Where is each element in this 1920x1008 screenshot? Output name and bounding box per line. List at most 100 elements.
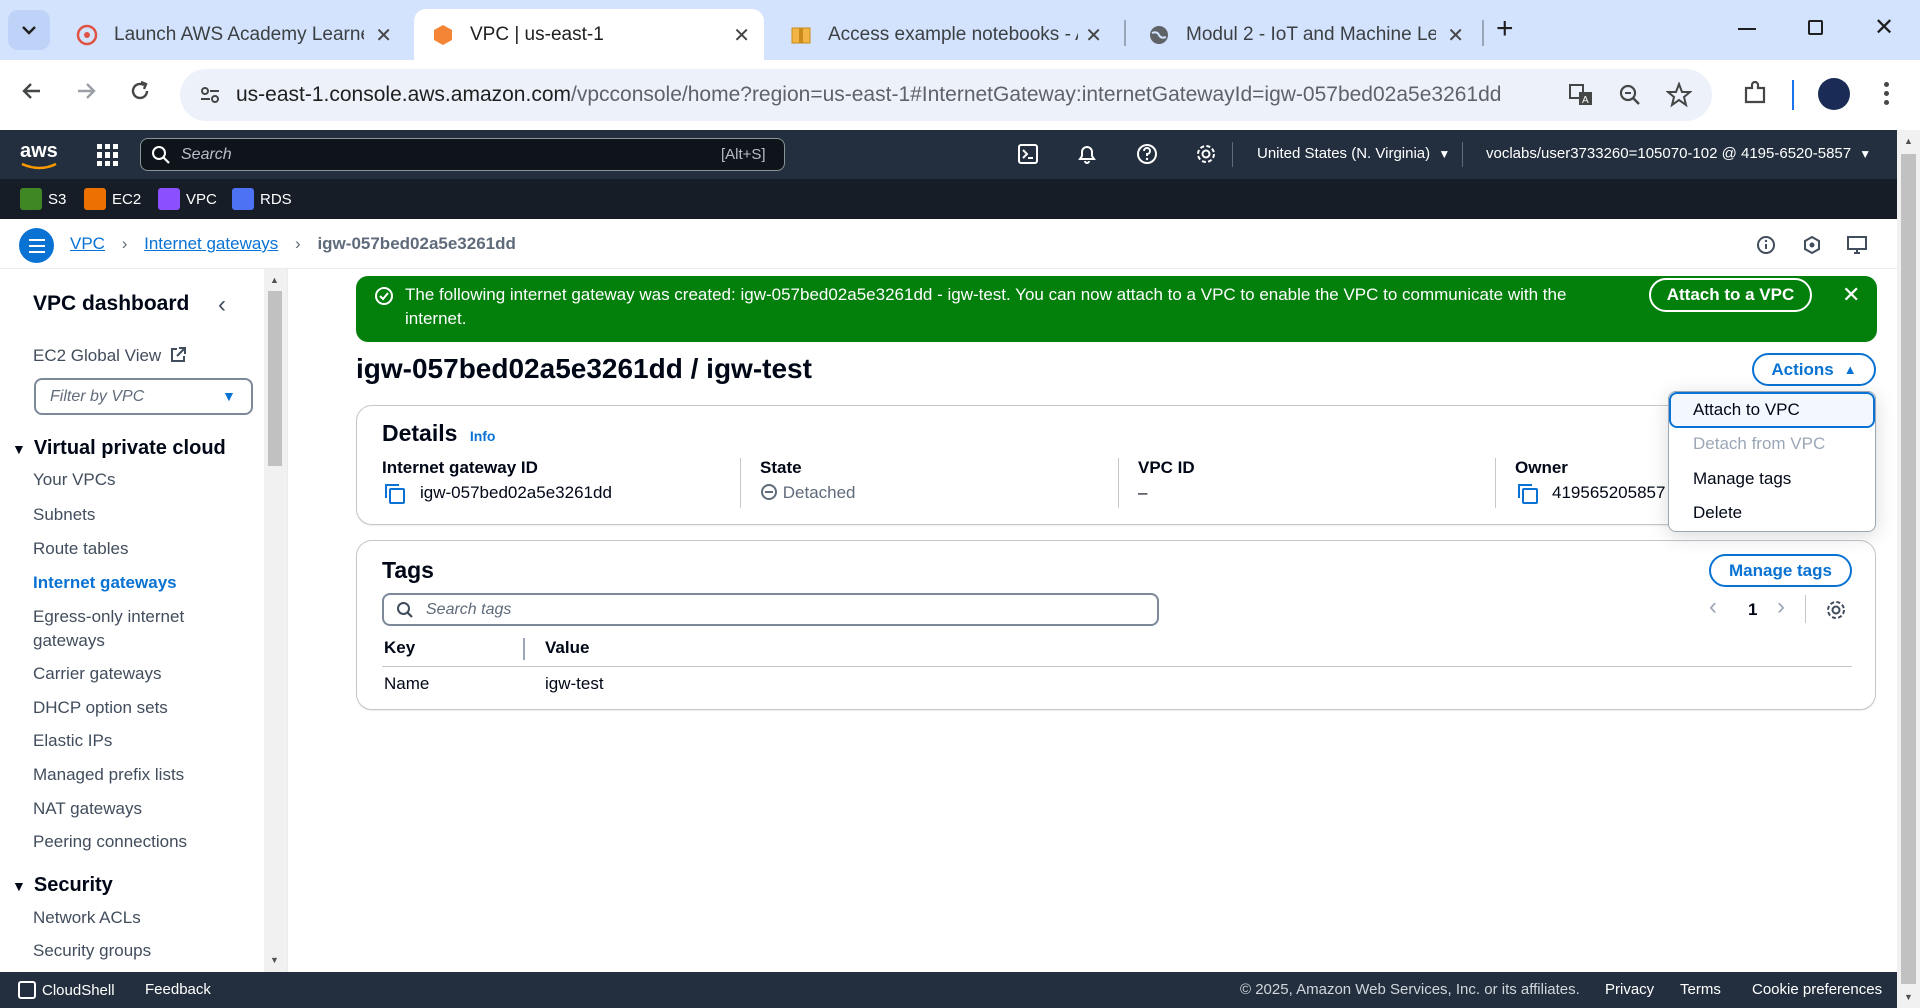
tab-example-notebooks[interactable]: Access example notebooks - Am ✕ bbox=[772, 9, 1116, 60]
sidebar-item-peering-connections[interactable]: Peering connections bbox=[33, 832, 187, 852]
close-icon[interactable]: ✕ bbox=[1085, 23, 1102, 48]
scrollbar-thumb[interactable] bbox=[1901, 154, 1916, 984]
tab-aws-academy[interactable]: Launch AWS Academy Learner La ✕ bbox=[58, 9, 406, 60]
tab-vpc-us-east-1[interactable]: VPC | us-east-1 ✕ bbox=[414, 9, 764, 60]
translate-icon[interactable]: A bbox=[1568, 82, 1594, 113]
sidebar-item-internet-gateways[interactable]: Internet gateways bbox=[33, 573, 177, 593]
favorite-s3[interactable]: S3 bbox=[20, 187, 66, 211]
menu-item-manage-tags[interactable]: Manage tags bbox=[1693, 469, 1791, 489]
site-info-icon[interactable] bbox=[198, 83, 222, 112]
services-grid-icon[interactable] bbox=[97, 144, 119, 166]
attach-to-vpc-flash-button[interactable]: Attach to a VPC bbox=[1649, 278, 1812, 312]
sidebar-item-route-tables[interactable]: Route tables bbox=[33, 539, 128, 559]
new-tab-icon[interactable]: + bbox=[1496, 12, 1514, 46]
close-icon[interactable]: ✕ bbox=[733, 23, 750, 48]
vpc-id-label: VPC ID bbox=[1138, 458, 1195, 477]
scrollbar-thumb[interactable] bbox=[268, 291, 282, 466]
manage-tags-button[interactable]: Manage tags bbox=[1709, 554, 1852, 587]
feedback-link[interactable]: Feedback bbox=[145, 981, 211, 998]
bookmark-star-icon[interactable] bbox=[1665, 81, 1693, 113]
breadcrumb-vpc[interactable]: VPC bbox=[70, 234, 105, 253]
terms-link[interactable]: Terms bbox=[1680, 981, 1721, 998]
table-preferences-gear-icon[interactable] bbox=[1825, 599, 1847, 621]
scroll-down-arrow-icon[interactable]: ▼ bbox=[1904, 992, 1913, 1002]
sidebar-scrollbar[interactable]: ▲ ▼ bbox=[264, 269, 287, 972]
favorite-label: EC2 bbox=[112, 190, 142, 208]
scroll-up-arrow-icon[interactable]: ▲ bbox=[1904, 136, 1913, 146]
profile-avatar[interactable] bbox=[1818, 78, 1850, 110]
section-security[interactable]: ▼ Security bbox=[12, 874, 113, 897]
page-number[interactable]: 1 bbox=[1748, 600, 1757, 620]
menu-item-attach-to-vpc[interactable]: Attach to VPC bbox=[1669, 392, 1875, 428]
column-header-key[interactable]: Key bbox=[384, 638, 415, 658]
dismiss-close-icon[interactable]: ✕ bbox=[1842, 282, 1860, 308]
next-page-icon[interactable]: › bbox=[1777, 593, 1785, 621]
tab-modul-2[interactable]: Modul 2 - IoT and Machine Lea ✕ bbox=[1130, 9, 1478, 60]
sidebar-item-ec2-global-view[interactable]: EC2 Global View bbox=[33, 346, 186, 366]
reload-icon[interactable] bbox=[128, 79, 152, 110]
previous-page-icon[interactable]: ‹ bbox=[1709, 593, 1717, 621]
sidebar-item-managed-prefix-lists[interactable]: Managed prefix lists bbox=[33, 765, 184, 785]
sidebar-item-carrier-gateways[interactable]: Carrier gateways bbox=[33, 664, 162, 684]
page-scrollbar[interactable]: ▲ ▼ bbox=[1897, 130, 1920, 1008]
zoom-icon[interactable] bbox=[1618, 83, 1642, 112]
help-icon[interactable] bbox=[1136, 143, 1158, 170]
tab-search-button[interactable] bbox=[8, 10, 50, 50]
copy-icon[interactable] bbox=[1518, 484, 1538, 504]
state-badge: Detached bbox=[760, 483, 856, 503]
menu-item-delete[interactable]: Delete bbox=[1693, 503, 1742, 523]
search-tags-input[interactable]: Search tags bbox=[382, 593, 1159, 626]
sidebar-item-egress-only[interactable]: Egress-only internet bbox=[33, 607, 184, 627]
back-icon[interactable] bbox=[20, 79, 44, 110]
sidebar-item-your-vpcs[interactable]: Your VPCs bbox=[33, 470, 116, 490]
browser-menu-icon[interactable] bbox=[1884, 82, 1889, 105]
close-icon[interactable]: ✕ bbox=[375, 23, 392, 48]
scroll-down-arrow-icon[interactable]: ▼ bbox=[270, 955, 279, 965]
favorite-vpc[interactable]: VPC bbox=[158, 187, 217, 211]
igw-id-label: Internet gateway ID bbox=[382, 458, 538, 477]
copy-icon[interactable] bbox=[385, 484, 405, 504]
restore-icon[interactable] bbox=[1808, 20, 1823, 35]
favorite-ec2[interactable]: EC2 bbox=[84, 187, 141, 211]
hamburger-menu-button[interactable] bbox=[19, 228, 54, 263]
section-virtual-private-cloud[interactable]: ▼ Virtual private cloud bbox=[12, 437, 226, 460]
close-icon[interactable]: ✕ bbox=[1447, 23, 1464, 48]
info-panel-icon[interactable] bbox=[1756, 235, 1776, 260]
sidebar-item-elastic-ips[interactable]: Elastic IPs bbox=[33, 731, 112, 751]
sidebar-item-dhcp-option-sets[interactable]: DHCP option sets bbox=[33, 698, 168, 718]
address-bar[interactable]: us-east-1.console.aws.amazon.com/vpccons… bbox=[180, 69, 1712, 121]
sidebar-item-network-acls[interactable]: Network ACLs bbox=[33, 908, 141, 928]
privacy-link[interactable]: Privacy bbox=[1605, 981, 1654, 998]
column-resizer[interactable] bbox=[523, 638, 525, 660]
notifications-panel-icon[interactable] bbox=[1802, 235, 1822, 260]
sidebar-item-egress-only-cont[interactable]: gateways bbox=[33, 631, 105, 651]
sidebar-item-nat-gateways[interactable]: NAT gateways bbox=[33, 799, 142, 819]
favorite-rds[interactable]: RDS bbox=[232, 187, 292, 211]
cloudshell-link[interactable]: CloudShell bbox=[18, 981, 115, 999]
info-link[interactable]: Info bbox=[470, 428, 496, 444]
cloudshell-icon[interactable] bbox=[1018, 144, 1038, 164]
side-navigation: VPC dashboard ‹ EC2 Global View Filter b… bbox=[0, 269, 288, 972]
sidebar-item-subnets[interactable]: Subnets bbox=[33, 505, 95, 525]
aws-logo[interactable]: aws bbox=[20, 140, 58, 170]
aws-search-input[interactable]: Search [Alt+S] bbox=[140, 138, 785, 171]
breadcrumb-internet-gateways[interactable]: Internet gateways bbox=[144, 234, 278, 253]
filter-by-vpc-select[interactable]: Filter by VPC ▼ bbox=[34, 378, 253, 415]
actions-button[interactable]: Actions ▲ bbox=[1752, 353, 1876, 386]
collapse-sidebar-icon[interactable]: ‹ bbox=[218, 291, 226, 319]
forward-icon[interactable] bbox=[74, 79, 98, 110]
minimize-icon[interactable] bbox=[1738, 28, 1756, 30]
column-header-value[interactable]: Value bbox=[545, 638, 589, 658]
bell-icon[interactable] bbox=[1076, 143, 1098, 170]
scroll-up-arrow-icon[interactable]: ▲ bbox=[270, 275, 279, 285]
window-close-icon[interactable]: ✕ bbox=[1874, 13, 1894, 42]
menu-item-label: Attach to VPC bbox=[1693, 400, 1800, 419]
display-panel-icon[interactable] bbox=[1846, 235, 1868, 260]
sidebar-title[interactable]: VPC dashboard bbox=[33, 292, 189, 316]
settings-gear-icon[interactable] bbox=[1195, 143, 1217, 170]
cookie-preferences-link[interactable]: Cookie preferences bbox=[1752, 981, 1882, 998]
sidebar-item-security-groups[interactable]: Security groups bbox=[33, 941, 151, 961]
region-selector[interactable]: United States (N. Virginia) ▼ bbox=[1257, 145, 1450, 162]
account-menu[interactable]: voclabs/user3733260=105070-102 @ 4195-65… bbox=[1486, 145, 1871, 162]
extensions-icon[interactable] bbox=[1742, 80, 1768, 113]
